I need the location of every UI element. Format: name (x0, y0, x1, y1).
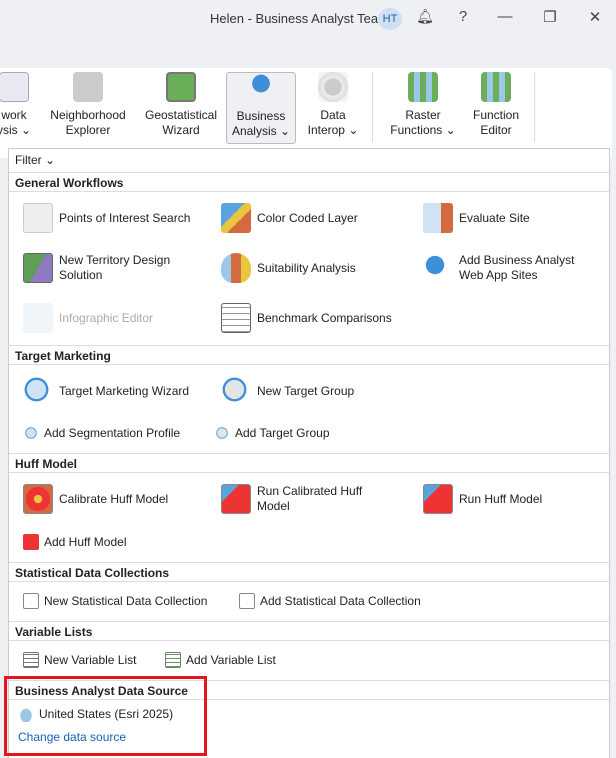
add-site-pin-icon (423, 253, 453, 283)
new-territory-design-solution[interactable]: New Territory Design Solution (23, 253, 203, 283)
section-target-marketing: Target Marketing (9, 345, 609, 365)
section-variable-lists: Variable Lists (9, 621, 609, 641)
highlight-box (4, 676, 207, 756)
suitability-pins-icon (221, 253, 251, 283)
run-calibrated-huff-model[interactable]: Run Calibrated Huff Model (221, 484, 381, 514)
geostat-icon (166, 72, 196, 102)
add-huff-icon (23, 534, 39, 550)
huff-calibrate-icon (23, 484, 53, 514)
geostatistical-wizard-button[interactable]: Geostatistical Wizard (136, 72, 226, 144)
new-variable-list[interactable]: New Variable List (23, 652, 136, 668)
suitability-analysis[interactable]: Suitability Analysis (221, 253, 356, 283)
target-marketing-wizard[interactable]: Target Marketing Wizard (23, 376, 189, 406)
add-huff-model[interactable]: Add Huff Model (23, 534, 127, 550)
add-group-icon (214, 425, 230, 441)
location-pin-icon (246, 73, 276, 103)
new-list-icon (23, 652, 39, 668)
minimize-button[interactable]: — (493, 8, 517, 25)
neighborhood-explorer-button[interactable]: Neighborhood Explorer (44, 72, 132, 144)
benchmark-table-pin-icon (221, 303, 251, 333)
add-ba-web-app-sites[interactable]: Add Business Analyst Web App Sites (423, 253, 593, 283)
neighborhood-icon (73, 72, 103, 102)
add-variable-list[interactable]: Add Variable List (165, 652, 276, 668)
user-team-label: Helen - Business Analyst Team (210, 11, 389, 26)
restore-button[interactable]: ❐ (538, 8, 562, 26)
function-editor-button[interactable]: Function Editor (466, 72, 526, 144)
huff-run-icon (423, 484, 453, 514)
infographic-editor[interactable]: Infographic Editor (23, 303, 153, 333)
magnifier-person-icon (23, 376, 53, 406)
avatar[interactable]: HT (378, 8, 402, 30)
poi-map-icon (23, 203, 53, 233)
business-analysis-dropdown: Filter ⌄ General Workflows Points of Int… (8, 148, 610, 758)
color-coded-layer[interactable]: Color Coded Layer (221, 203, 358, 233)
raster-functions-button[interactable]: Raster Functions ⌄ (384, 72, 462, 144)
add-profile-icon (23, 425, 39, 441)
raster-fx-icon (408, 72, 438, 102)
help-button[interactable]: ? (451, 8, 475, 25)
calibrate-huff-model[interactable]: Calibrate Huff Model (23, 484, 168, 514)
section-huff-model: Huff Model (9, 453, 609, 473)
points-of-interest-search[interactable]: Points of Interest Search (23, 203, 190, 233)
huff-run-calibrated-icon (221, 484, 251, 514)
territory-icon (23, 253, 53, 283)
new-statistical-data-collection[interactable]: New Statistical Data Collection (23, 593, 207, 609)
infographic-icon (23, 303, 53, 333)
section-statistical-data-collections: Statistical Data Collections (9, 562, 609, 582)
color-coded-icon (221, 203, 251, 233)
close-button[interactable]: ✕ (583, 8, 607, 26)
add-target-group[interactable]: Add Target Group (214, 425, 330, 441)
target-group-icon (221, 376, 251, 406)
network-analysis-button[interactable]: work ysis ⌄ (0, 72, 36, 144)
new-target-group[interactable]: New Target Group (221, 376, 354, 406)
function-editor-icon (481, 72, 511, 102)
data-interop-icon (318, 72, 348, 102)
evaluate-site-icon (423, 203, 453, 233)
data-interop-button[interactable]: Data Interop ⌄ (302, 72, 364, 144)
section-general-workflows: General Workflows (9, 172, 609, 192)
benchmark-comparisons[interactable]: Benchmark Comparisons (221, 303, 392, 333)
ribbon: work ysis ⌄ Neighborhood Explorer Geosta… (0, 68, 612, 158)
evaluate-site[interactable]: Evaluate Site (423, 203, 530, 233)
filter-button[interactable]: Filter ⌄ (15, 153, 55, 167)
network-icon (0, 72, 29, 102)
run-huff-model[interactable]: Run Huff Model (423, 484, 542, 514)
add-statistical-data-collection[interactable]: Add Statistical Data Collection (239, 593, 421, 609)
new-collection-icon (23, 593, 39, 609)
add-segmentation-profile[interactable]: Add Segmentation Profile (23, 425, 180, 441)
business-analysis-button[interactable]: Business Analysis ⌄ (226, 72, 296, 144)
add-list-icon (165, 652, 181, 668)
notifications-bell-icon[interactable]: 🔔︎ (413, 8, 437, 25)
add-collection-icon (239, 593, 255, 609)
